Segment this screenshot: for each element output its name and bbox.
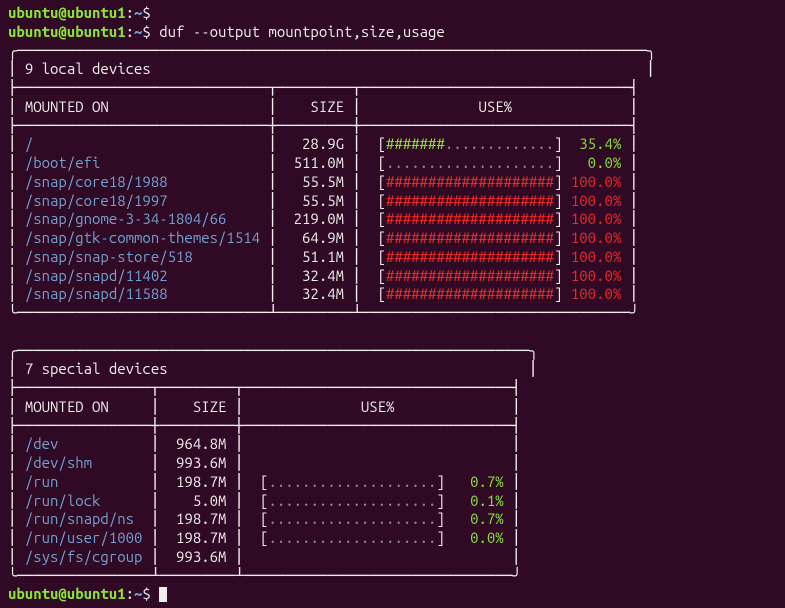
table-row: │ 7 special devices │ <box>8 360 777 379</box>
table-row: │ /sys/fs/cgroup │ 993.6M │ │ <box>8 548 777 567</box>
table-row: │ /snap/snapd/11588 │ 32.4M │ [#########… <box>8 285 777 304</box>
table-row: │ /snap/gnome-3-34-1804/66 │ 219.0M │ [#… <box>8 210 777 229</box>
table-row: │ MOUNTED ON │ SIZE │ USE% │ <box>8 398 777 417</box>
prompt-userhost: ubuntu@ubuntu1 <box>8 4 126 21</box>
table-row: ╭───────────────────────────────────────… <box>8 342 777 361</box>
table-row: ├──────────────────────────────┼────────… <box>8 117 777 136</box>
local-devices-table: ╭───────────────────────────────────────… <box>8 42 777 323</box>
table-row: │ MOUNTED ON │ SIZE │ USE% │ <box>8 98 777 117</box>
table-row: │ /snap/core18/1997 │ 55.5M │ [#########… <box>8 192 777 211</box>
prompt-line-1[interactable]: ubuntu@ubuntu1:~$ <box>8 4 777 23</box>
table-row: ├────────────────┬─────────┬────────────… <box>8 379 777 398</box>
cursor <box>159 587 167 602</box>
table-row: ├────────────────┼─────────┼────────────… <box>8 417 777 436</box>
blank-line <box>8 323 777 342</box>
table-row: ╭───────────────────────────────────────… <box>8 42 777 61</box>
table-row: │ /run/snapd/ns │ 198.7M │ [............… <box>8 510 777 529</box>
table-row: │ /boot/efi │ 511.0M │ [................… <box>8 154 777 173</box>
table-row: │ /dev │ 964.8M │ │ <box>8 435 777 454</box>
table-row: │ /snap/snapd/11402 │ 32.4M │ [#########… <box>8 267 777 286</box>
command-text: duf --output mountpoint,size,usage <box>159 23 445 40</box>
table-row: │ /snap/snap-store/518 │ 51.1M │ [######… <box>8 248 777 267</box>
table-row: │ 9 local devices │ <box>8 60 777 79</box>
table-row: │ /snap/gtk-common-themes/1514 │ 64.9M │… <box>8 229 777 248</box>
table-row: ├──────────────────────────────┬────────… <box>8 79 777 98</box>
prompt-line-3[interactable]: ubuntu@ubuntu1:~$ <box>8 585 777 604</box>
prompt-line-2[interactable]: ubuntu@ubuntu1:~$ duf --output mountpoin… <box>8 23 777 42</box>
table-row: │ / │ 28.9G │ [#######.............] 35.… <box>8 135 777 154</box>
table-row: │ /dev/shm │ 993.6M │ │ <box>8 454 777 473</box>
table-row: │ /run/lock │ 5.0M │ [..................… <box>8 492 777 511</box>
special-devices-table: ╭───────────────────────────────────────… <box>8 342 777 586</box>
table-row: │ /run/user/1000 │ 198.7M │ [...........… <box>8 529 777 548</box>
table-row: │ /snap/core18/1988 │ 55.5M │ [#########… <box>8 173 777 192</box>
table-row: ╰────────────────┴─────────┴────────────… <box>8 567 777 586</box>
table-row: │ /run │ 198.7M │ [....................]… <box>8 473 777 492</box>
table-row: ╰──────────────────────────────┴────────… <box>8 304 777 323</box>
